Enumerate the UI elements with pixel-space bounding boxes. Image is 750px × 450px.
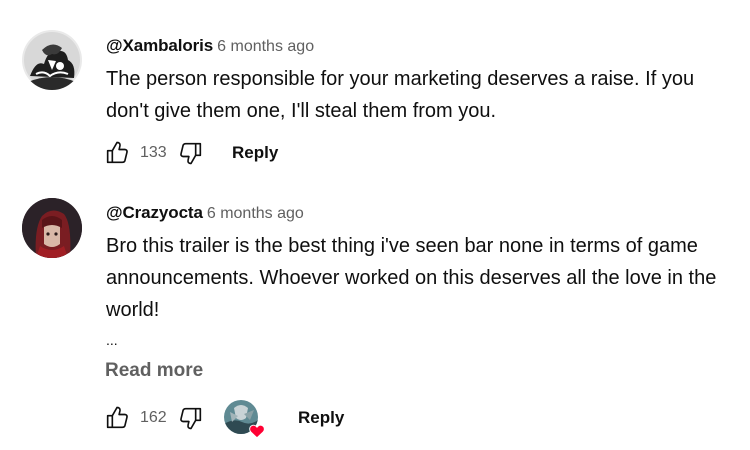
truncation-ellipsis: ... <box>106 332 118 348</box>
like-button[interactable] <box>102 138 132 168</box>
comment-actions: 133 Reply <box>102 135 278 171</box>
comment-header: @Xambaloris 6 months ago <box>106 35 314 58</box>
user-avatar[interactable] <box>22 198 82 258</box>
comment-author[interactable]: @Xambaloris <box>106 36 213 55</box>
comment-timestamp[interactable]: 6 months ago <box>217 38 314 55</box>
comment-text: Bro this trailer is the best thing i've … <box>106 235 717 321</box>
thumbs-up-icon <box>106 406 128 429</box>
comment-timestamp[interactable]: 6 months ago <box>207 205 304 222</box>
like-count: 133 <box>140 144 167 161</box>
thumbs-down-icon <box>180 142 202 165</box>
comment-actions: 162 Reply <box>102 400 344 439</box>
read-more-button[interactable]: Read more <box>105 360 203 382</box>
like-button[interactable] <box>102 403 132 433</box>
like-count: 162 <box>140 409 167 426</box>
comment-text: The person responsible for your marketin… <box>106 68 695 122</box>
comment-author[interactable]: @Crazyocta <box>106 203 203 222</box>
creator-hearted-badge <box>224 400 265 439</box>
thumbs-up-icon <box>106 141 128 164</box>
user-avatar[interactable] <box>22 30 82 90</box>
reply-button[interactable]: Reply <box>232 143 278 163</box>
dislike-button[interactable] <box>176 138 206 168</box>
dislike-button[interactable] <box>176 403 206 433</box>
creator-heart-icon <box>249 424 265 439</box>
thumbs-down-icon <box>180 407 202 430</box>
reply-button[interactable]: Reply <box>298 408 344 428</box>
comment-header: @Crazyocta 6 months ago <box>106 202 304 225</box>
red-hair-avatar-image <box>22 198 82 258</box>
sketch-avatar-image <box>22 30 82 90</box>
